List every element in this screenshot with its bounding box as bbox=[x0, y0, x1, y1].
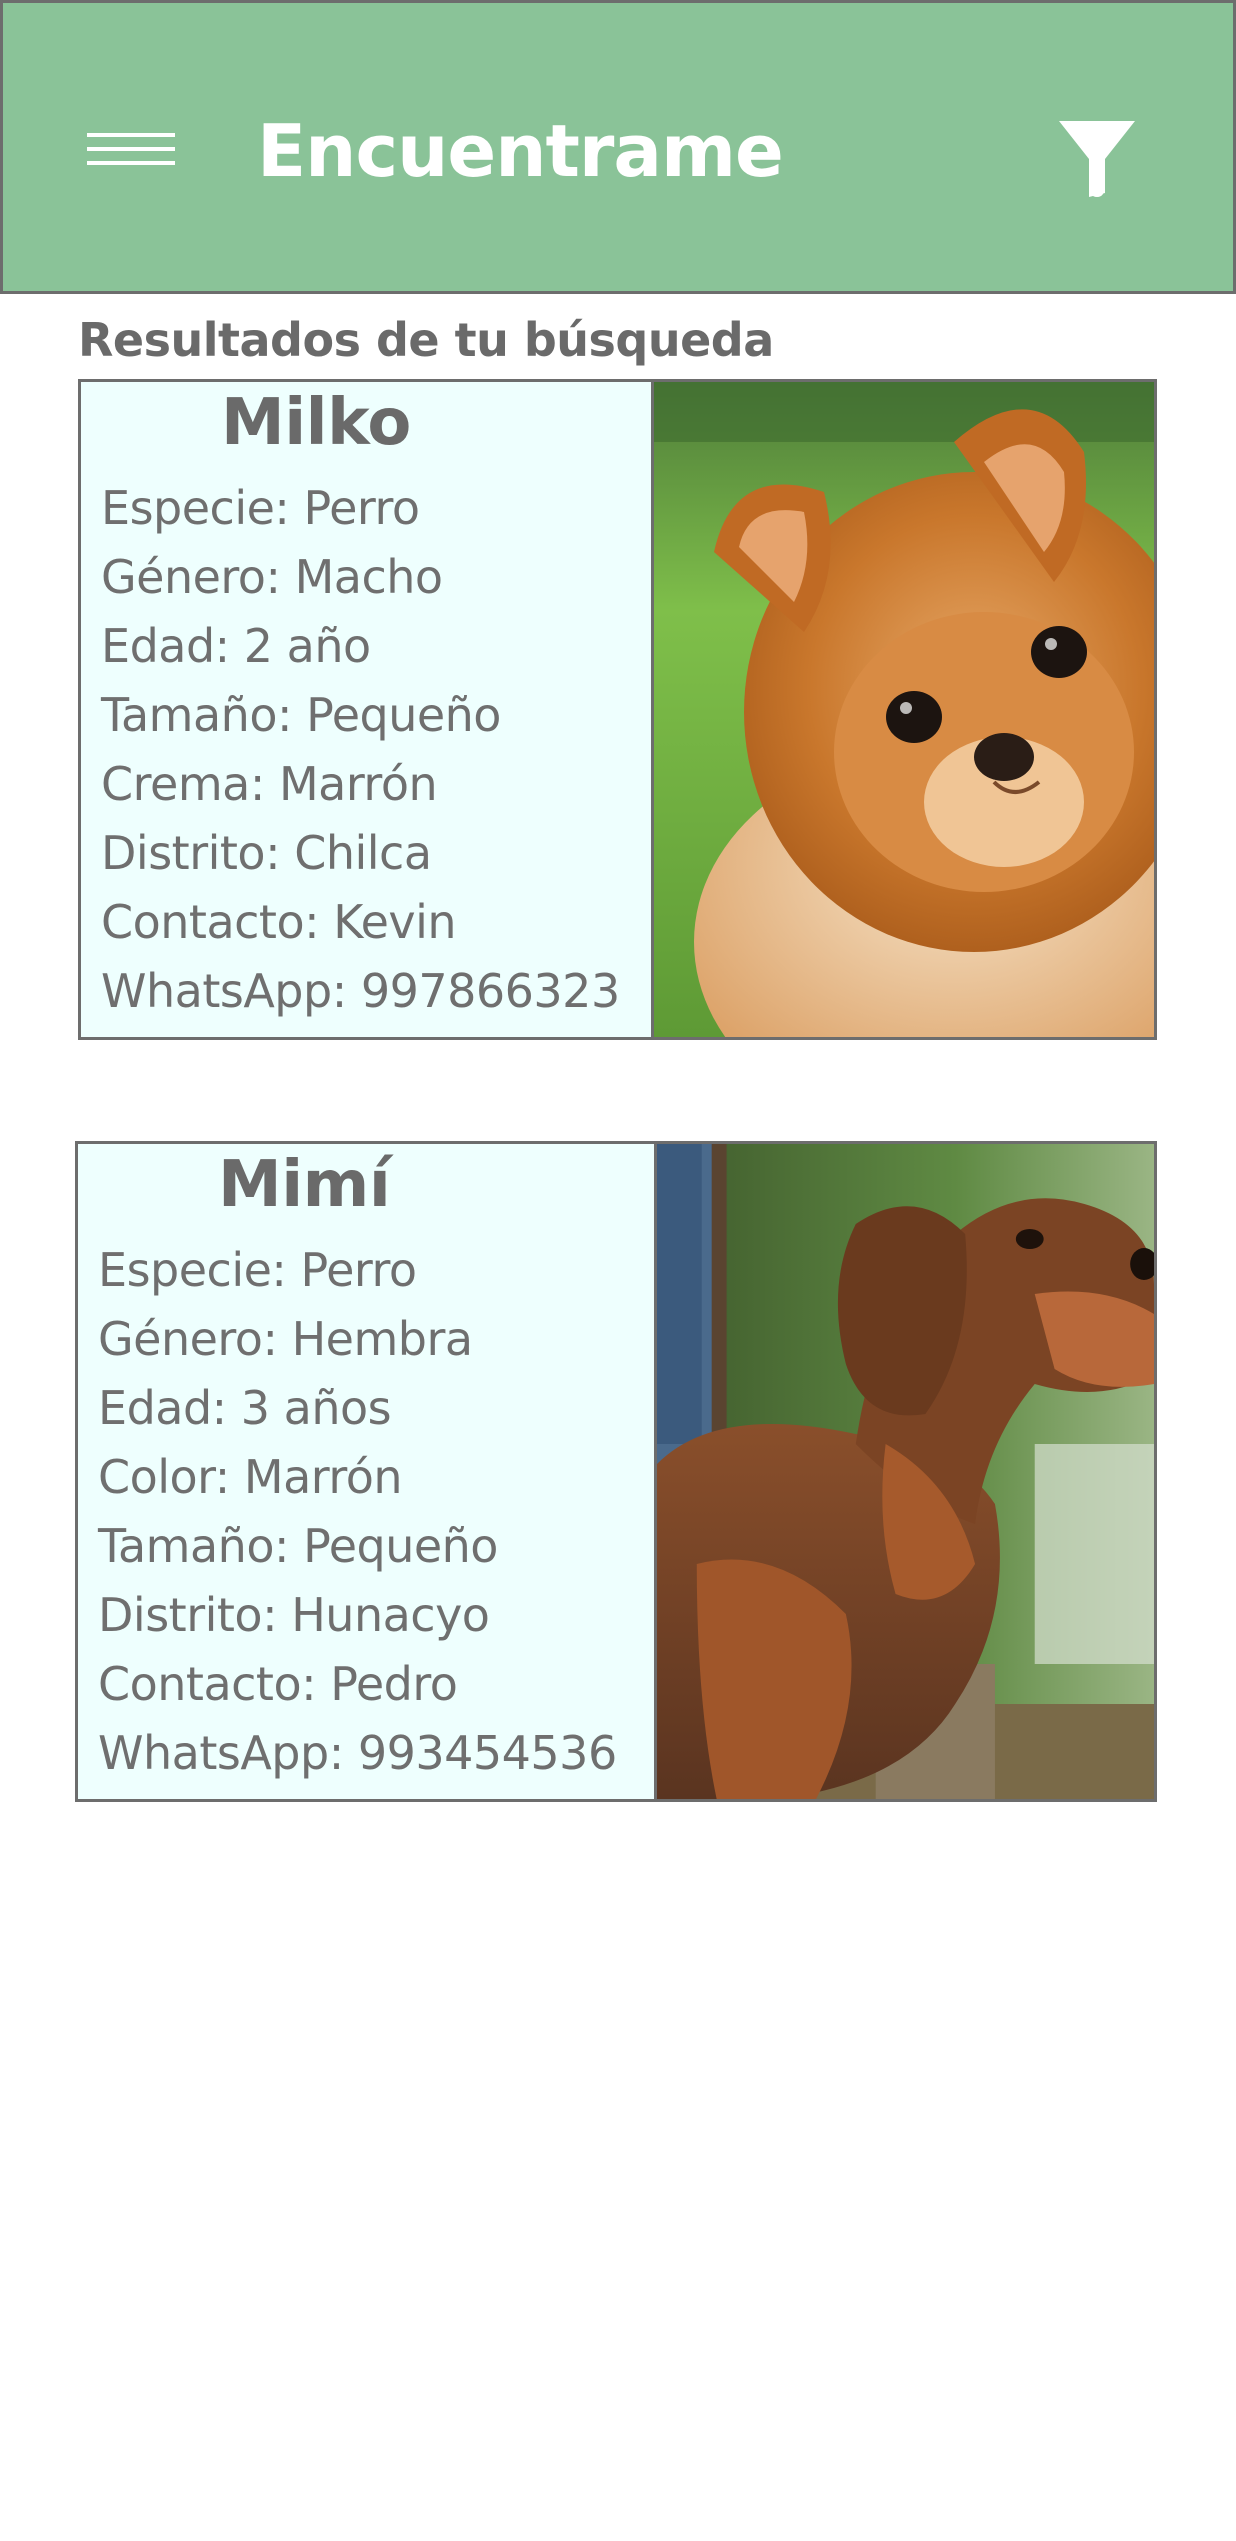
app-header: Encuentrame bbox=[0, 0, 1236, 294]
pet-whatsapp[interactable]: WhatsApp: 997866323 bbox=[101, 957, 620, 1026]
filter-funnel-icon[interactable] bbox=[1057, 119, 1137, 199]
pet-card[interactable]: Mimí Especie: Perro Género: Hembra Edad:… bbox=[75, 1141, 1157, 1802]
results-heading: Resultados de tu búsqueda bbox=[78, 313, 774, 367]
pet-details: Especie: Perro Género: Hembra Edad: 3 añ… bbox=[98, 1236, 617, 1788]
pet-color: Crema: Marrón bbox=[101, 757, 438, 811]
pomeranian-photo[interactable] bbox=[654, 382, 1154, 1037]
pet-age: Edad: 2 año bbox=[101, 619, 371, 673]
pet-contact: Contacto: Pedro bbox=[98, 1657, 458, 1711]
pet-size: Tamaño: Pequeño bbox=[101, 688, 501, 742]
pet-district: Distrito: Hunacyo bbox=[98, 1588, 490, 1642]
pet-info-panel: Mimí Especie: Perro Género: Hembra Edad:… bbox=[78, 1144, 657, 1799]
page: Encuentrame Resultados de tu búsqueda Mi… bbox=[0, 0, 1236, 2541]
pet-size: Tamaño: Pequeño bbox=[98, 1519, 498, 1573]
app-title: Encuentrame bbox=[257, 109, 784, 193]
pet-district: Distrito: Chilca bbox=[101, 826, 432, 880]
pet-gender: Género: Macho bbox=[101, 550, 443, 604]
pet-color: Color: Marrón bbox=[98, 1450, 403, 1504]
pet-name: Milko bbox=[221, 386, 411, 460]
pet-species: Especie: Perro bbox=[101, 481, 420, 535]
pet-contact: Contacto: Kevin bbox=[101, 895, 457, 949]
hamburger-menu-icon[interactable] bbox=[81, 129, 181, 173]
pet-details: Especie: Perro Género: Macho Edad: 2 año… bbox=[101, 474, 620, 1026]
pet-name: Mimí bbox=[218, 1148, 391, 1222]
pet-age: Edad: 3 años bbox=[98, 1381, 392, 1435]
pet-info-panel: Milko Especie: Perro Género: Macho Edad:… bbox=[81, 382, 654, 1037]
dachshund-photo[interactable] bbox=[657, 1144, 1154, 1799]
pet-whatsapp[interactable]: WhatsApp: 993454536 bbox=[98, 1719, 617, 1788]
pet-gender: Género: Hembra bbox=[98, 1312, 473, 1366]
pet-card[interactable]: Milko Especie: Perro Género: Macho Edad:… bbox=[78, 379, 1157, 1040]
pet-species: Especie: Perro bbox=[98, 1243, 417, 1297]
